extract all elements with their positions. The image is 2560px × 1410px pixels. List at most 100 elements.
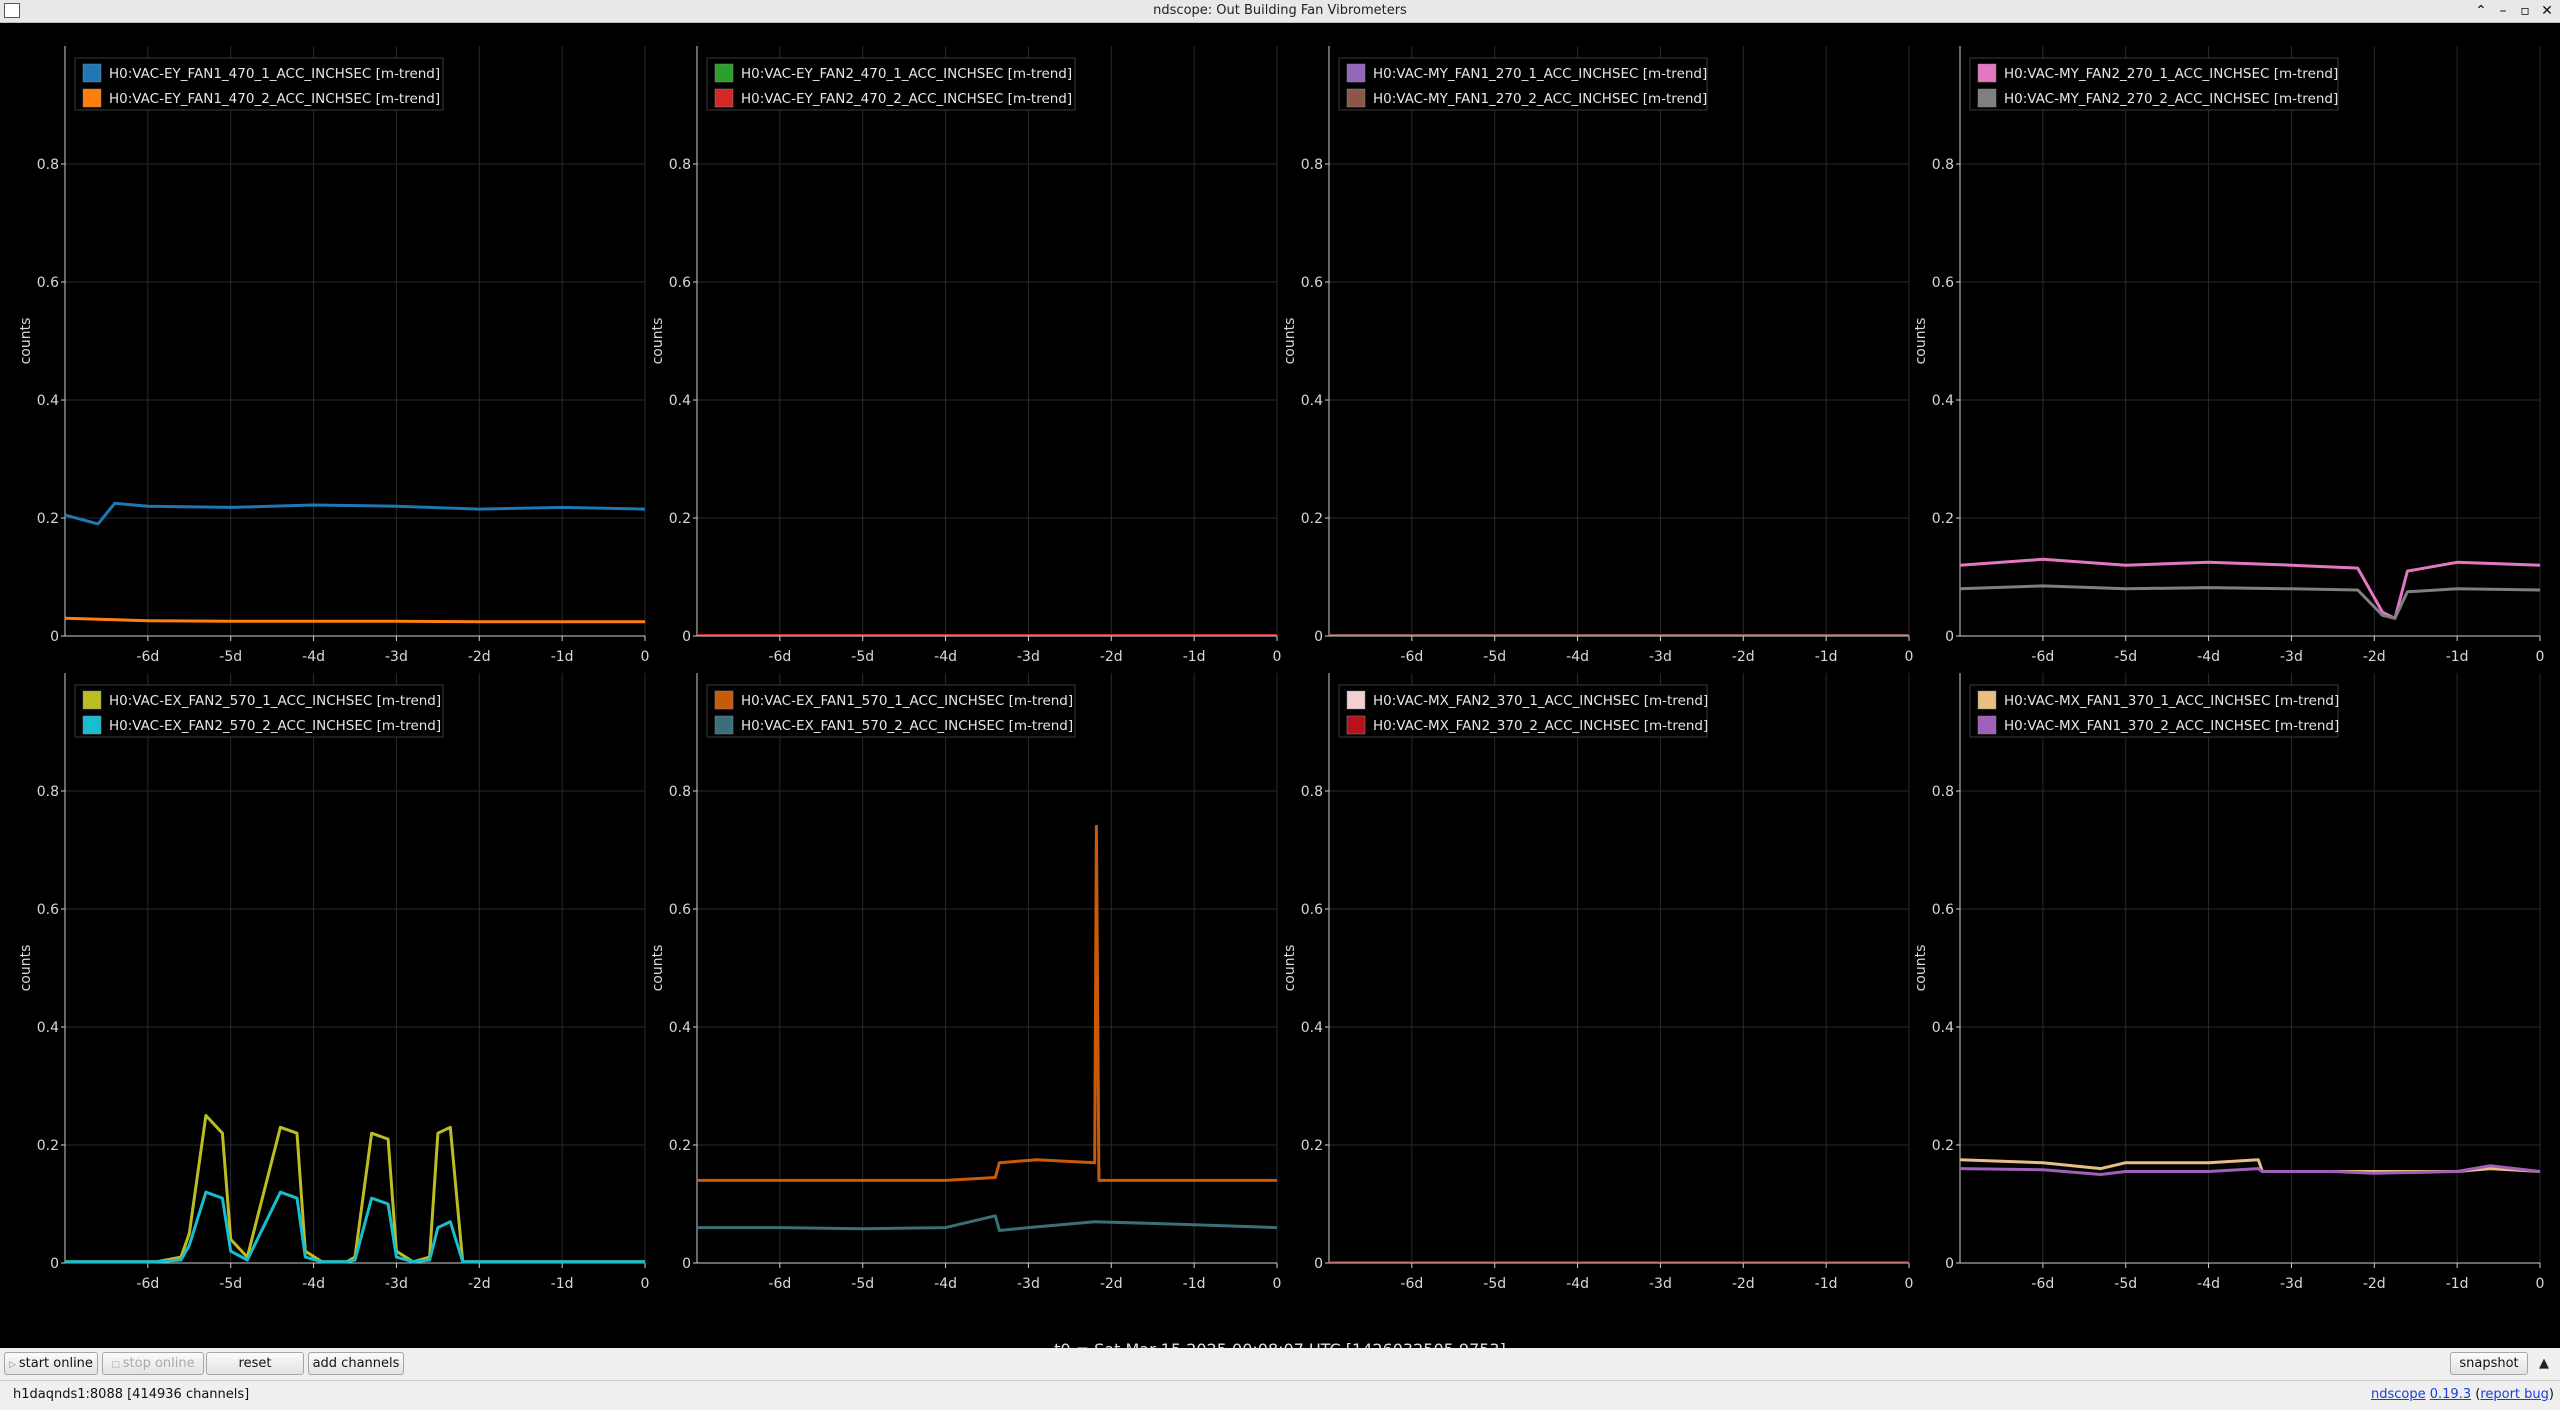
panel-1-y-axis-label: counts [18, 318, 34, 365]
panel-4-legend-swatch-2[interactable] [1977, 88, 1997, 108]
panel-7-x-tick-label: -2d [1732, 1276, 1755, 1292]
panel-6-y-tick-label: 0.8 [669, 784, 691, 800]
title-bar: ndscope: Out Building Fan Vibrometers ⌃ … [0, 0, 2560, 23]
panel-3-y-tick-label: 0.8 [1301, 157, 1323, 173]
panel-4-legend-swatch-1[interactable] [1977, 63, 1997, 83]
panel-4-x-tick-label: -4d [2197, 649, 2220, 665]
panel-5-legend-label-1[interactable]: H0:VAC-EX_FAN2_570_1_ACC_INCHSEC [m-tren… [109, 693, 441, 709]
panel-3-legend-swatch-2[interactable] [1346, 88, 1366, 108]
panel-8-x-tick-label: -6d [2031, 1276, 2054, 1292]
panel-5-series-1-line[interactable] [65, 1114, 645, 1264]
panel-5-y-tick-label: 0.6 [37, 902, 59, 918]
panel-7-x-tick-label: -6d [1400, 1276, 1423, 1292]
panel-2-legend-swatch-1[interactable] [714, 63, 734, 83]
panel-4-series-2-line[interactable] [1959, 584, 2541, 620]
start-online-button[interactable]: ▷ start online [4, 1352, 98, 1375]
panel-5-y-tick-label: 0.8 [37, 784, 59, 800]
panel-4-legend-label-1[interactable]: H0:VAC-MY_FAN2_270_1_ACC_INCHSEC [m-tren… [2004, 66, 2338, 82]
panel-8-series-2-line[interactable] [1959, 1164, 2541, 1176]
window-shade-button[interactable]: ⌃ [2470, 0, 2492, 22]
panel-1-legend-swatch-2[interactable] [82, 88, 102, 108]
panel-7-y-tick-label: 0.4 [1301, 1020, 1323, 1036]
panel-7-legend-label-2[interactable]: H0:VAC-MX_FAN2_370_2_ACC_INCHSEC [m-tren… [1373, 718, 1708, 734]
panel-2-legend-swatch-2[interactable] [714, 88, 734, 108]
panel-8-legend-swatch-2[interactable] [1977, 715, 1997, 735]
status-bar: h1daqnds1:8088 [414936 channels] ndscope… [0, 1380, 2560, 1410]
panel-7-legend-swatch-2[interactable] [1346, 715, 1366, 735]
close-button[interactable]: ✕ [2536, 0, 2558, 22]
panel-6-x-tick-label: -3d [1017, 1276, 1040, 1292]
plot-grid[interactable]: -6d -5d -4d -3d -2d -1d 0 0 0.2 0.4 0.6 0.8 counts H0… [0, 23, 2560, 1359]
panel-7-legend-label-1[interactable]: H0:VAC-MX_FAN2_370_1_ACC_INCHSEC [m-tren… [1373, 693, 1708, 709]
panel-1-x-tick-label: -3d [385, 649, 408, 665]
panel-6-x-tick-label: 0 [1273, 1276, 1282, 1292]
panel-8-legend-swatch-1[interactable] [1977, 690, 1997, 710]
panel-5-legend-swatch-1[interactable] [82, 690, 102, 710]
panel-2-x-tick-label: -5d [851, 649, 874, 665]
expand-panel-icon[interactable]: ▲ [2534, 1354, 2554, 1374]
panel-4-x-tick-label: -3d [2280, 649, 2303, 665]
report-bug-link[interactable]: report bug [2480, 1387, 2549, 1402]
panel-8-y-tick-label: 0.8 [1932, 784, 1954, 800]
panel-1-series-1-line[interactable] [64, 501, 646, 526]
version-link[interactable]: 0.19.3 [2430, 1387, 2471, 1402]
panel-6-series-2-line[interactable] [697, 1214, 1278, 1232]
panel-1-legend-label-1[interactable]: H0:VAC-EY_FAN1_470_1_ACC_INCHSEC [m-tren… [109, 66, 440, 82]
ndscope-link[interactable]: ndscope [2371, 1387, 2426, 1402]
panel-4-x-tick-label: 0 [2536, 649, 2545, 665]
panel-7-x-tick-label: 0 [1905, 1276, 1914, 1292]
panel-8-legend-label-2[interactable]: H0:VAC-MX_FAN1_370_2_ACC_INCHSEC [m-tren… [2004, 718, 2339, 734]
panel-1-series-2-line[interactable] [64, 616, 645, 624]
minimize-button[interactable]: – [2492, 0, 2514, 22]
reset-button[interactable]: reset [206, 1352, 304, 1375]
panel-3-legend-swatch-1[interactable] [1346, 63, 1366, 83]
panel-7-x-tick-label: -5d [1483, 1276, 1506, 1292]
panel-2-x-tick-label: -1d [1183, 649, 1206, 665]
play-icon: ▷ [9, 1360, 19, 1370]
panel-5-legend-swatch-2[interactable] [82, 715, 102, 735]
panel-6-legend-swatch-1[interactable] [714, 690, 734, 710]
panel-8-x-tick-label: -3d [2280, 1276, 2303, 1292]
panel-3-y-tick-label: 0.4 [1301, 393, 1323, 409]
panel-6-legend-label-2[interactable]: H0:VAC-EX_FAN1_570_2_ACC_INCHSEC [m-tren… [741, 718, 1073, 734]
panel-1-y-tick-label: 0 [50, 629, 59, 645]
panel-4-x-tick-label: -6d [2031, 649, 2054, 665]
panel-6-y-tick-label: 0 [682, 1256, 691, 1272]
panel-2-y-tick-label: 0.2 [669, 511, 691, 527]
panel-5-x-tick-label: -6d [136, 1276, 159, 1292]
panel-5-x-tick-label: -2d [468, 1276, 491, 1292]
panel-7-legend-swatch-1[interactable] [1346, 690, 1366, 710]
add-channels-button[interactable]: add channels [308, 1352, 404, 1375]
panel-1-legend-label-2[interactable]: H0:VAC-EY_FAN1_470_2_ACC_INCHSEC [m-tren… [109, 91, 440, 107]
panel-6-x-tick-label: -1d [1183, 1276, 1206, 1292]
panel-6-y-tick-label: 0.4 [669, 1020, 691, 1036]
panel-6-legend-label-1[interactable]: H0:VAC-EX_FAN1_570_1_ACC_INCHSEC [m-tren… [741, 693, 1073, 709]
panel-5-legend-label-2[interactable]: H0:VAC-EX_FAN2_570_2_ACC_INCHSEC [m-tren… [109, 718, 441, 734]
panel-4-legend-label-2[interactable]: H0:VAC-MY_FAN2_270_2_ACC_INCHSEC [m-tren… [2004, 91, 2338, 107]
maximize-button[interactable]: ▫ [2514, 0, 2536, 22]
snapshot-button[interactable]: snapshot [2450, 1352, 2528, 1375]
panel-2-legend-label-2[interactable]: H0:VAC-EY_FAN2_470_2_ACC_INCHSEC [m-tren… [741, 91, 1072, 107]
panel-6-x-tick-label: -6d [768, 1276, 791, 1292]
panel-1-legend-swatch-1[interactable] [82, 63, 102, 83]
panel-2-legend-label-1[interactable]: H0:VAC-EY_FAN2_470_1_ACC_INCHSEC [m-tren… [741, 66, 1072, 82]
panel-2-x-tick-label: -3d [1017, 649, 1040, 665]
panel-3-legend-label-2[interactable]: H0:VAC-MY_FAN1_270_2_ACC_INCHSEC [m-tren… [1373, 91, 1707, 107]
panel-3-x-tick-label: -4d [1566, 649, 1589, 665]
panel-6-series-1-line[interactable] [697, 824, 1277, 1182]
panel-3-legend-label-1[interactable]: H0:VAC-MY_FAN1_270_1_ACC_INCHSEC [m-tren… [1373, 66, 1707, 82]
panel-2-y-tick-label: 0.8 [669, 157, 691, 173]
plots-canvas[interactable]: -6d -5d -4d -3d -2d -1d 0 0 0.2 0.4 0.6 0.8 counts H0… [0, 23, 2560, 1348]
panel-2-y-axis-label: counts [650, 318, 666, 365]
panel-6-legend-swatch-2[interactable] [714, 715, 734, 735]
panel-8-x-tick-label: -4d [2197, 1276, 2220, 1292]
panel-8-legend-label-1[interactable]: H0:VAC-MX_FAN1_370_1_ACC_INCHSEC [m-tren… [2004, 693, 2339, 709]
panel-1-y-tick-label: 0.8 [37, 157, 59, 173]
panel-8-x-tick-label: 0 [2536, 1276, 2545, 1292]
panel-7-x-tick-label: -3d [1649, 1276, 1672, 1292]
panel-7-y-tick-label: 0.8 [1301, 784, 1323, 800]
panel-5-x-tick-label: -1d [551, 1276, 574, 1292]
panel-6-x-tick-label: -5d [851, 1276, 874, 1292]
panel-4-y-tick-label: 0.4 [1932, 393, 1954, 409]
panel-8-x-tick-label: -5d [2114, 1276, 2137, 1292]
